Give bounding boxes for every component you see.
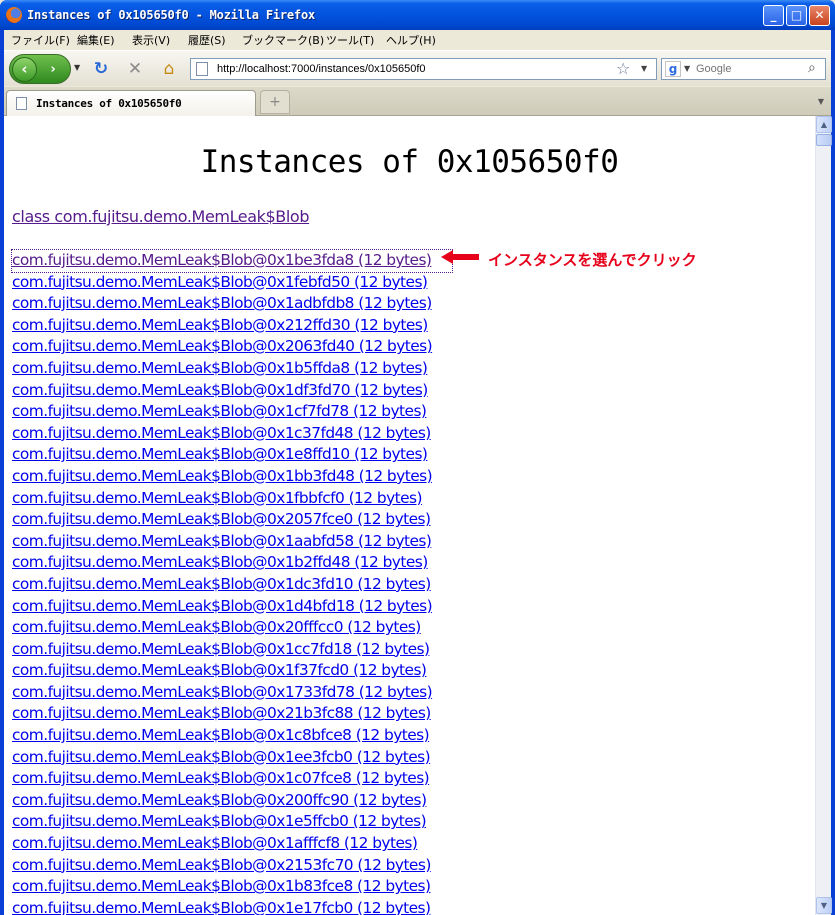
page-icon [196, 62, 208, 76]
bookmark-star-icon[interactable]: ☆ [616, 59, 630, 78]
engine-dropdown-icon[interactable]: ▼ [684, 64, 690, 73]
menu-history[interactable]: 履歴(S) [188, 32, 226, 48]
instance-link[interactable]: com.fujitsu.demo.MemLeak$Blob@0x1cf7fd78… [12, 401, 452, 423]
forward-button[interactable]: › [43, 60, 63, 79]
instance-link[interactable]: com.fujitsu.demo.MemLeak$Blob@0x200ffc90… [12, 790, 452, 812]
scroll-thumb[interactable] [816, 134, 832, 146]
instance-link[interactable]: com.fujitsu.demo.MemLeak$Blob@0x1b2ffd48… [12, 552, 452, 574]
minimize-button[interactable]: _ [763, 5, 784, 26]
title-bar[interactable]: Instances of 0x105650f0 - Mozilla Firefo… [0, 0, 835, 30]
instance-link[interactable]: com.fujitsu.demo.MemLeak$Blob@0x1afffcf8… [12, 833, 452, 855]
instance-link[interactable]: com.fujitsu.demo.MemLeak$Blob@0x1e8ffd10… [12, 444, 452, 466]
close-button[interactable]: ✕ [809, 5, 830, 26]
instance-link[interactable]: com.fujitsu.demo.MemLeak$Blob@0x21b3fc88… [12, 703, 452, 725]
instance-link[interactable]: com.fujitsu.demo.MemLeak$Blob@0x1733fd78… [12, 682, 452, 704]
instance-link[interactable]: com.fujitsu.demo.MemLeak$Blob@0x1aabfd58… [12, 531, 452, 553]
instance-list: com.fujitsu.demo.MemLeak$Blob@0x1be3fda8… [11, 249, 453, 915]
instance-link[interactable]: com.fujitsu.demo.MemLeak$Blob@0x1f37fcd0… [12, 660, 452, 682]
instance-link[interactable]: com.fujitsu.demo.MemLeak$Blob@0x1bb3fd48… [12, 466, 452, 488]
instance-link[interactable]: com.fujitsu.demo.MemLeak$Blob@0x1df3fd70… [12, 380, 452, 402]
annotation-text: インスタンスを選んでクリック [488, 251, 697, 269]
instance-link[interactable]: com.fujitsu.demo.MemLeak$Blob@0x2057fce0… [12, 509, 452, 531]
instance-link[interactable]: com.fujitsu.demo.MemLeak$Blob@0x1febfd50… [12, 272, 452, 294]
menu-file[interactable]: ファイル(F) [11, 32, 70, 48]
instance-link[interactable]: com.fujitsu.demo.MemLeak$Blob@0x2153fc70… [12, 855, 452, 877]
navigation-toolbar: ‹ › ▼ ↻ ✕ ⌂ http://localhost:7000/instan… [4, 50, 831, 86]
home-icon[interactable]: ⌂ [158, 59, 180, 79]
tab-instances[interactable]: Instances of 0x105650f0 [6, 90, 256, 116]
search-bar: g ▼ ⌕ [661, 58, 826, 80]
instance-link[interactable]: com.fujitsu.demo.MemLeak$Blob@0x1be3fda8… [11, 249, 453, 273]
menu-view[interactable]: 表示(V) [132, 32, 170, 48]
new-tab-button[interactable]: + [260, 90, 290, 114]
scroll-down-button[interactable]: ▼ [816, 897, 832, 914]
instance-link[interactable]: com.fujitsu.demo.MemLeak$Blob@0x1adbfdb8… [12, 293, 452, 315]
url-text[interactable]: http://localhost:7000/instances/0x105650… [217, 63, 426, 75]
tab-strip: Instances of 0x105650f0 + ▼ [4, 87, 831, 116]
search-input[interactable] [696, 61, 806, 77]
browser-window: Instances of 0x105650f0 - Mozilla Firefo… [0, 0, 835, 915]
reload-icon[interactable]: ↻ [90, 59, 112, 79]
url-dropdown-icon[interactable]: ▼ [641, 64, 647, 73]
instance-link[interactable]: com.fujitsu.demo.MemLeak$Blob@0x1dc3fd10… [12, 574, 452, 596]
instance-link[interactable]: com.fujitsu.demo.MemLeak$Blob@0x1b83fce8… [12, 876, 452, 898]
menu-edit[interactable]: 編集(E) [77, 32, 115, 48]
google-engine-icon[interactable]: g [665, 61, 681, 77]
page-viewport: Instances of 0x105650f0 class com.fujits… [4, 116, 815, 915]
vertical-scrollbar[interactable]: ▲ ▼ [815, 116, 832, 915]
list-all-tabs-icon[interactable]: ▼ [812, 90, 830, 114]
instance-link[interactable]: com.fujitsu.demo.MemLeak$Blob@0x212ffd30… [12, 315, 452, 337]
stop-icon[interactable]: ✕ [124, 59, 146, 79]
instance-link[interactable]: com.fujitsu.demo.MemLeak$Blob@0x1e17fcb0… [12, 898, 452, 915]
instance-link[interactable]: com.fujitsu.demo.MemLeak$Blob@0x1d4bfd18… [12, 596, 452, 618]
back-forward-group: ‹ › [9, 54, 71, 84]
window-title: Instances of 0x105650f0 - Mozilla Firefo… [27, 8, 316, 22]
menu-tools[interactable]: ツール(T) [326, 32, 374, 48]
history-dropdown-icon[interactable]: ▼ [74, 63, 80, 72]
firefox-logo-icon [6, 7, 22, 23]
instance-link[interactable]: com.fujitsu.demo.MemLeak$Blob@0x1fbbfcf0… [12, 488, 452, 510]
maximize-button[interactable]: □ [786, 5, 807, 26]
menu-bar: ファイル(F) 編集(E) 表示(V) 履歴(S) ブックマーク(B) ツール(… [4, 30, 831, 49]
red-arrow-icon [441, 250, 479, 264]
menu-bookmarks[interactable]: ブックマーク(B) [242, 32, 324, 48]
url-bar[interactable]: http://localhost:7000/instances/0x105650… [190, 58, 657, 80]
instance-link[interactable]: com.fujitsu.demo.MemLeak$Blob@0x20fffcc0… [12, 617, 452, 639]
instance-link[interactable]: com.fujitsu.demo.MemLeak$Blob@0x1b5ffda8… [12, 358, 452, 380]
window-client: ファイル(F) 編集(E) 表示(V) 履歴(S) ブックマーク(B) ツール(… [4, 30, 832, 915]
menu-help[interactable]: ヘルプ(H) [386, 32, 436, 48]
class-link[interactable]: class com.fujitsu.demo.MemLeak$Blob [12, 207, 309, 226]
scroll-up-button[interactable]: ▲ [816, 116, 832, 133]
instance-link[interactable]: com.fujitsu.demo.MemLeak$Blob@0x1e5ffcb0… [12, 811, 452, 833]
instance-link[interactable]: com.fujitsu.demo.MemLeak$Blob@0x1c07fce8… [12, 768, 452, 790]
tab-label: Instances of 0x105650f0 [36, 97, 182, 110]
instance-link[interactable]: com.fujitsu.demo.MemLeak$Blob@0x1ee3fcb0… [12, 747, 452, 769]
instance-link[interactable]: com.fujitsu.demo.MemLeak$Blob@0x1c8bfce8… [12, 725, 452, 747]
back-button[interactable]: ‹ [12, 57, 37, 82]
instance-link[interactable]: com.fujitsu.demo.MemLeak$Blob@0x1cc7fd18… [12, 639, 452, 661]
search-icon[interactable]: ⌕ [808, 60, 816, 76]
instance-link[interactable]: com.fujitsu.demo.MemLeak$Blob@0x1c37fd48… [12, 423, 452, 445]
page-title: Instances of 0x105650f0 [200, 144, 619, 180]
tab-page-icon [16, 97, 27, 110]
instance-link[interactable]: com.fujitsu.demo.MemLeak$Blob@0x2063fd40… [12, 336, 452, 358]
